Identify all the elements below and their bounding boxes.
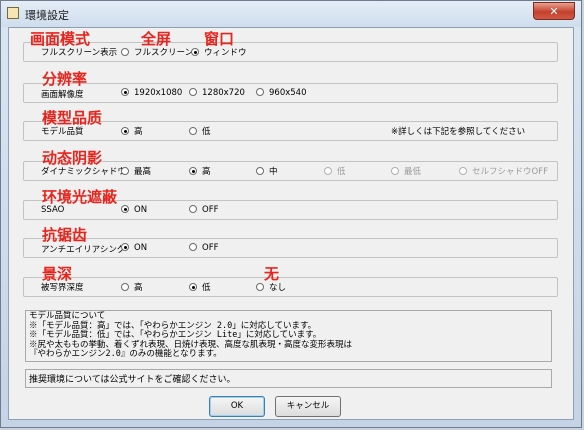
- group-depth-of-field: [23, 277, 558, 297]
- window-title: 環境設定: [25, 9, 69, 22]
- info-line: 『やわらかエンジン2.0』のみの機能となります。: [29, 349, 222, 360]
- radio-shadow-medium[interactable]: 中: [256, 165, 278, 177]
- radio-circle: [189, 167, 197, 175]
- app-icon: [7, 7, 19, 19]
- radio-dof-low[interactable]: 低: [189, 281, 211, 293]
- radio-circle: [256, 88, 264, 96]
- radio-circle: [391, 167, 399, 175]
- label-antialiasing: アンチエイリアシング: [41, 245, 126, 255]
- radio-self-shadow-off: セルフシャドウOFF: [459, 165, 548, 177]
- annotation-resolution: 分辨率: [42, 70, 88, 88]
- title-bar[interactable]: 環境設定 ✕: [1, 1, 581, 27]
- annotation-ssao: 环境光遮蔽: [42, 188, 118, 206]
- radio-circle: [324, 167, 332, 175]
- radio-circle: [189, 88, 197, 96]
- radio-circle: [121, 243, 129, 251]
- radio-circle: [189, 243, 197, 251]
- radio-window[interactable]: ウィンドウ: [191, 46, 247, 58]
- radio-circle: [121, 205, 129, 213]
- radio-circle: [121, 167, 129, 175]
- radio-circle: [121, 48, 129, 56]
- label-ssao: SSAO: [41, 205, 65, 215]
- radio-1280x720[interactable]: 1280x720: [189, 88, 245, 98]
- radio-dof-high[interactable]: 高: [121, 281, 143, 293]
- radio-circle: [189, 283, 197, 291]
- radio-quality-low[interactable]: 低: [189, 125, 211, 137]
- radio-ssao-on[interactable]: ON: [121, 205, 147, 215]
- radio-aa-off[interactable]: OFF: [189, 243, 218, 253]
- radio-shadow-high[interactable]: 高: [189, 165, 211, 177]
- radio-circle: [191, 48, 199, 56]
- quality-note: ※詳しくは下記を参照してください: [391, 127, 526, 137]
- radio-dof-none[interactable]: なし: [256, 281, 286, 293]
- radio-shadow-low: 低: [324, 165, 346, 177]
- label-resolution: 画面解像度: [41, 90, 84, 100]
- radio-circle: [256, 283, 264, 291]
- annotation-antialiasing: 抗锯齿: [42, 226, 88, 244]
- radio-circle: [459, 167, 467, 175]
- radio-circle: [121, 127, 129, 135]
- recommendation-box: 推奨環境については公式サイトをご確認ください。: [25, 369, 552, 388]
- radio-quality-high[interactable]: 高: [121, 125, 143, 137]
- radio-circle: [256, 167, 264, 175]
- cancel-button[interactable]: キャンセル: [275, 396, 341, 417]
- radio-ssao-off[interactable]: OFF: [189, 205, 218, 215]
- radio-circle: [121, 88, 129, 96]
- label-dynamic-shadow: ダイナミックシャドウ: [41, 167, 126, 177]
- label-depth-of-field: 被写界深度: [41, 283, 84, 293]
- radio-fullscreen[interactable]: フルスクリーン: [121, 46, 193, 58]
- label-model-quality: モデル品質: [41, 127, 84, 137]
- radio-1920x1080[interactable]: 1920x1080: [121, 88, 182, 98]
- radio-circle: [189, 127, 197, 135]
- radio-aa-on[interactable]: ON: [121, 243, 147, 253]
- radio-circle: [121, 283, 129, 291]
- radio-960x540[interactable]: 960x540: [256, 88, 306, 98]
- model-quality-info: モデル品質について ※「モデル品質：高」では、「やわらかエンジン 2.0」に対応…: [25, 310, 552, 362]
- settings-window: 環境設定 ✕ 画面模式 全屏 窗口 フルスクリーン表示 フルスクリーン ウィンド…: [0, 0, 582, 428]
- ok-button[interactable]: OK: [209, 396, 265, 417]
- radio-circle: [189, 205, 197, 213]
- radio-shadow-lowest: 最低: [391, 165, 421, 177]
- label-screen-mode: フルスクリーン表示: [41, 48, 118, 58]
- radio-shadow-highest[interactable]: 最高: [121, 165, 151, 177]
- close-button[interactable]: ✕: [533, 2, 575, 20]
